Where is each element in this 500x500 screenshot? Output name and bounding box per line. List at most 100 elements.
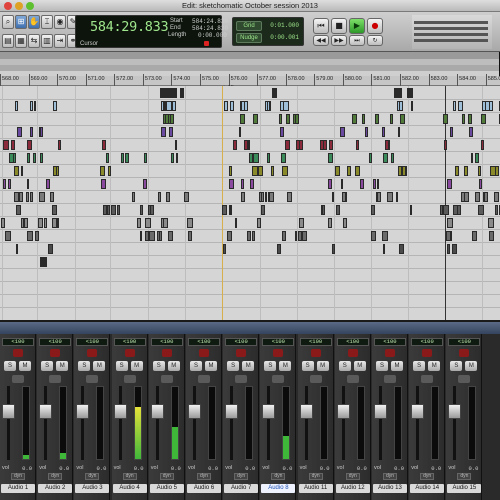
track-name-label[interactable]: Audio 6 xyxy=(187,484,221,493)
audio-region[interactable] xyxy=(444,140,447,150)
audio-region[interactable] xyxy=(144,153,147,163)
audio-region[interactable] xyxy=(483,192,489,202)
audio-region[interactable] xyxy=(163,218,169,228)
audio-region[interactable] xyxy=(256,218,262,228)
audio-region[interactable] xyxy=(9,153,15,163)
solo-button[interactable]: S xyxy=(413,361,426,371)
record-enable-button[interactable] xyxy=(160,375,173,383)
audio-region[interactable] xyxy=(143,179,147,189)
slip-mode-icon[interactable]: ⇆ xyxy=(28,34,40,48)
audio-region[interactable] xyxy=(160,88,167,98)
volume-fader[interactable] xyxy=(411,404,425,419)
audio-region[interactable] xyxy=(45,179,51,189)
audio-region[interactable] xyxy=(329,140,334,150)
audio-region[interactable] xyxy=(27,179,30,189)
audio-region[interactable] xyxy=(21,166,24,176)
audio-region[interactable] xyxy=(44,218,48,228)
audio-region[interactable] xyxy=(276,244,282,254)
audio-region[interactable] xyxy=(145,231,149,241)
audio-region[interactable] xyxy=(450,127,454,137)
audio-region[interactable] xyxy=(38,218,43,228)
volume-value[interactable]: 0.0 xyxy=(431,465,441,472)
track-name-label[interactable]: Audio 14 xyxy=(410,484,445,493)
audio-region[interactable] xyxy=(298,140,304,150)
track-name-label[interactable]: Audio 15 xyxy=(447,484,482,493)
solo-button[interactable]: S xyxy=(227,361,240,371)
audio-region[interactable] xyxy=(227,231,232,241)
audio-region[interactable] xyxy=(238,127,242,137)
audio-region[interactable] xyxy=(102,205,108,215)
track-name-label[interactable]: Audio 13 xyxy=(373,484,407,493)
pan-readout[interactable]: <100 xyxy=(374,338,406,346)
volume-value[interactable]: 0.0 xyxy=(282,465,292,472)
audio-region[interactable] xyxy=(387,192,393,202)
audio-region[interactable] xyxy=(452,205,458,215)
record-enable-button[interactable] xyxy=(235,375,248,383)
pan-knob[interactable] xyxy=(87,349,98,357)
pan-knob[interactable] xyxy=(236,349,247,357)
volume-value[interactable]: 0.0 xyxy=(96,465,106,472)
pan-readout[interactable]: <100 xyxy=(262,338,295,346)
start-value[interactable]: 584:24.830 xyxy=(192,18,228,25)
audio-region[interactable] xyxy=(399,244,405,254)
audio-region[interactable] xyxy=(235,218,238,228)
audio-region[interactable] xyxy=(40,127,43,137)
audio-region[interactable] xyxy=(244,140,249,150)
audio-region[interactable] xyxy=(149,231,155,241)
loop-icon[interactable]: ↻ xyxy=(367,35,383,46)
pan-knob[interactable] xyxy=(422,349,433,357)
audio-region[interactable] xyxy=(282,231,287,241)
audio-region[interactable] xyxy=(26,192,30,202)
dyn-button[interactable]: dyn xyxy=(159,473,174,480)
pan-knob[interactable] xyxy=(310,349,321,357)
audio-region[interactable] xyxy=(144,218,151,228)
fader-track[interactable] xyxy=(155,386,159,460)
audio-region[interactable] xyxy=(51,205,58,215)
audio-region[interactable] xyxy=(400,114,405,124)
volume-fader[interactable] xyxy=(262,404,276,419)
pan-readout[interactable]: <100 xyxy=(150,338,183,346)
audio-region[interactable] xyxy=(355,140,359,150)
audio-region[interactable] xyxy=(139,231,142,241)
audio-region[interactable] xyxy=(16,205,22,215)
audio-region[interactable] xyxy=(51,218,57,228)
record-enable-button[interactable] xyxy=(458,375,471,383)
fader-track[interactable] xyxy=(230,386,234,460)
audio-region[interactable] xyxy=(171,153,174,163)
audio-region[interactable] xyxy=(468,114,472,124)
end-value[interactable]: 584:24.830 xyxy=(192,25,228,32)
audio-region[interactable] xyxy=(33,101,37,111)
audio-region[interactable] xyxy=(175,153,179,163)
mute-button[interactable]: M xyxy=(391,361,403,371)
pan-readout[interactable]: <100 xyxy=(39,338,72,346)
audio-region[interactable] xyxy=(279,127,285,137)
audio-region[interactable] xyxy=(370,205,376,215)
pan-readout[interactable]: <100 xyxy=(411,338,444,346)
solo-button[interactable]: S xyxy=(376,361,388,371)
audio-region[interactable] xyxy=(268,192,274,202)
audio-region[interactable] xyxy=(14,192,20,202)
fader-track[interactable] xyxy=(81,386,85,460)
audio-region[interactable] xyxy=(241,179,244,189)
dyn-button[interactable]: dyn xyxy=(85,473,100,480)
track-name-label[interactable]: Audio 12 xyxy=(335,484,370,493)
audio-region[interactable] xyxy=(401,166,407,176)
volume-fader[interactable] xyxy=(188,404,201,419)
fader-track[interactable] xyxy=(453,386,457,460)
audio-region[interactable] xyxy=(170,114,174,124)
audio-region[interactable] xyxy=(369,153,372,163)
audio-region[interactable] xyxy=(14,101,19,111)
audio-region[interactable] xyxy=(29,127,33,137)
audio-region[interactable] xyxy=(336,205,340,215)
solo-button[interactable]: S xyxy=(338,361,351,371)
pan-knob[interactable] xyxy=(161,349,172,357)
mute-button[interactable]: M xyxy=(279,361,292,371)
audio-region[interactable] xyxy=(474,192,480,202)
fader-track[interactable] xyxy=(193,386,196,460)
audio-region[interactable] xyxy=(370,231,376,241)
audio-region[interactable] xyxy=(26,153,30,163)
audio-region[interactable] xyxy=(282,166,288,176)
audio-region[interactable] xyxy=(328,218,333,228)
audio-region[interactable] xyxy=(477,166,481,176)
volume-fader[interactable] xyxy=(448,404,462,419)
